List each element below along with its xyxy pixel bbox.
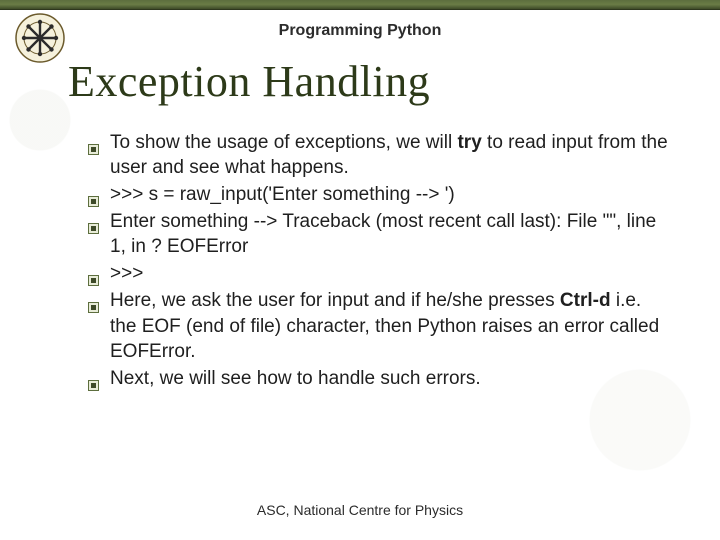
- bullet-text: >>> s = raw_input('Enter something --> '…: [110, 184, 455, 205]
- bullet-item: To show the usage of exceptions, we will…: [88, 130, 668, 180]
- diamond-bullet-icon: [88, 268, 99, 279]
- bullet-item: >>> s = raw_input('Enter something --> '…: [88, 182, 668, 207]
- diamond-bullet-icon: [88, 373, 99, 384]
- institute-logo: [14, 12, 66, 64]
- bullet-item: >>>: [88, 261, 668, 286]
- bullet-text: Next, we will see how to handle such err…: [110, 368, 481, 389]
- seal-icon: [14, 12, 66, 64]
- bullet-item: Enter something --> Traceback (most rece…: [88, 209, 668, 259]
- bullet-item: Here, we ask the user for input and if h…: [88, 288, 668, 363]
- bullet-item: Next, we will see how to handle such err…: [88, 366, 668, 391]
- bullet-list: To show the usage of exceptions, we will…: [88, 130, 668, 391]
- header-row: Programming Python: [0, 10, 720, 52]
- bullet-text: Enter something --> Traceback (most rece…: [110, 211, 656, 257]
- footer-text: ASC, National Centre for Physics: [0, 502, 720, 518]
- bullet-text: To show the usage of exceptions, we will…: [110, 132, 668, 178]
- course-title: Programming Python: [90, 22, 720, 40]
- slide-title: Exception Handling: [68, 56, 430, 107]
- bullet-text: >>>: [110, 263, 143, 284]
- diamond-bullet-icon: [88, 216, 99, 227]
- diamond-bullet-icon: [88, 189, 99, 200]
- slide-body: To show the usage of exceptions, we will…: [88, 130, 668, 393]
- diamond-bullet-icon: [88, 295, 99, 306]
- bullet-text: Here, we ask the user for input and if h…: [110, 290, 659, 361]
- diamond-bullet-icon: [88, 137, 99, 148]
- top-accent-bar: [0, 0, 720, 10]
